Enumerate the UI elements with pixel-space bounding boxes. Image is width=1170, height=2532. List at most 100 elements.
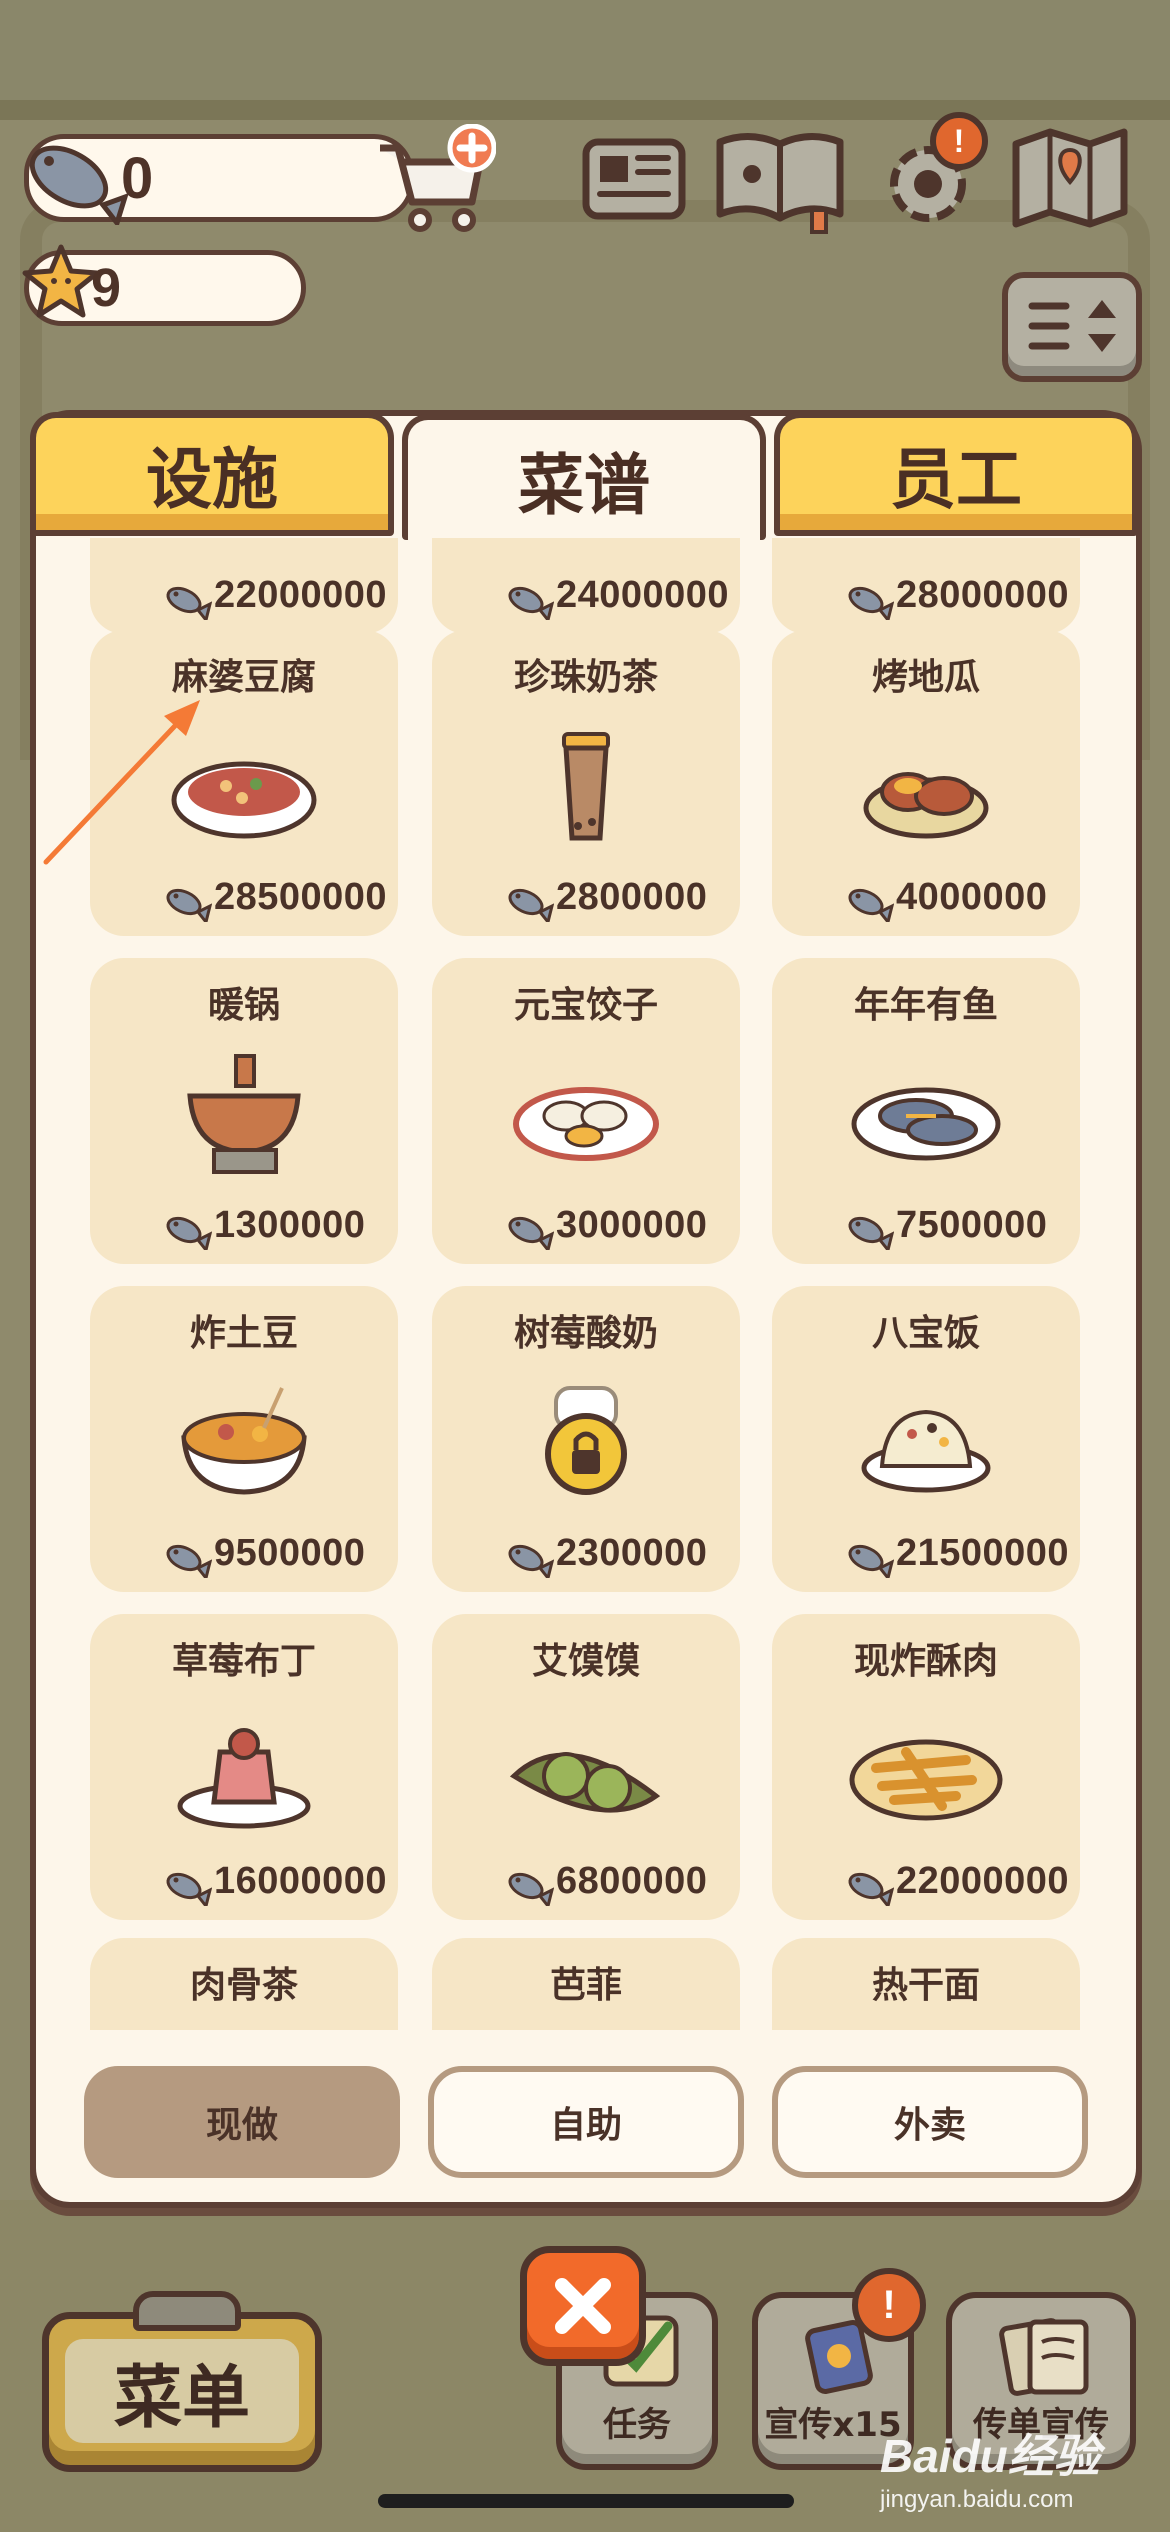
locked-icon bbox=[506, 1378, 666, 1508]
filter-buffet[interactable]: 自助 bbox=[428, 2066, 744, 2178]
recipe-book-icon[interactable] bbox=[712, 122, 848, 234]
recipe-name: 暖锅 bbox=[207, 985, 280, 1026]
tab-facilities[interactable]: 设施 bbox=[30, 412, 394, 536]
recipe-price: 4000000 bbox=[896, 876, 1048, 918]
fish-coin-icon bbox=[506, 1210, 555, 1254]
recipe-card[interactable]: 元宝饺子 3000000 bbox=[432, 958, 740, 1264]
recipe-card[interactable]: 年年有鱼 7500000 bbox=[772, 958, 1080, 1264]
recipe-name: 年年有鱼 bbox=[853, 985, 998, 1026]
recipe-name: 芭菲 bbox=[549, 1965, 622, 2006]
fish-coin-icon bbox=[846, 882, 895, 926]
close-button[interactable] bbox=[520, 2246, 646, 2366]
sort-toggle-button[interactable] bbox=[1002, 272, 1142, 382]
recipe-card[interactable]: 八宝饭 21500000 bbox=[772, 1286, 1080, 1592]
tab-staff[interactable]: 员工 bbox=[774, 412, 1138, 536]
recipe-card[interactable]: 热干面 bbox=[772, 1938, 1080, 2030]
watermark-logo: Baidu经验 bbox=[880, 2430, 1100, 2482]
recipe-price: 6800000 bbox=[556, 1860, 708, 1902]
sweet-potato-icon bbox=[846, 722, 1006, 852]
map-icon[interactable] bbox=[1008, 122, 1132, 234]
fish-coin-icon bbox=[21, 125, 131, 229]
fish-count: 0 bbox=[121, 146, 154, 211]
fish-currency-bar: 0 bbox=[24, 134, 414, 229]
fish-coin-icon bbox=[506, 1866, 555, 1910]
clipboard-clip bbox=[133, 2291, 241, 2331]
recipe-name: 珍珠奶茶 bbox=[513, 657, 658, 698]
settings-alert-badge: ! bbox=[930, 112, 988, 170]
recipe-card[interactable]: 暖锅 1300000 bbox=[90, 958, 398, 1264]
recipe-price: 2800000 bbox=[556, 876, 708, 918]
fish-coin-icon bbox=[506, 882, 555, 926]
recipe-name: 烤地瓜 bbox=[871, 657, 980, 698]
recipe-price: 9500000 bbox=[214, 1532, 366, 1574]
home-indicator[interactable] bbox=[378, 2494, 794, 2508]
recipe-price: 21500000 bbox=[896, 1532, 1070, 1574]
star-currency-bar: 9 bbox=[22, 244, 306, 326]
fish-coin-icon bbox=[846, 1210, 895, 1254]
recipe-card[interactable]: 28000000 bbox=[772, 538, 1080, 634]
recipe-name: 热干面 bbox=[871, 1965, 980, 2006]
recipe-card[interactable]: 肉骨茶 bbox=[90, 1938, 398, 2030]
recipe-card[interactable]: 炸土豆 9500000 bbox=[90, 1286, 398, 1592]
tasks-label: 任务 bbox=[603, 2405, 671, 2445]
fish-coin-icon bbox=[164, 1210, 213, 1254]
recipe-card[interactable]: 现炸酥肉 22000000 bbox=[772, 1614, 1080, 1920]
recipe-card[interactable]: 艾馍馍 6800000 bbox=[432, 1614, 740, 1920]
recipe-price: 7500000 bbox=[896, 1204, 1048, 1246]
recipe-price: 22000000 bbox=[214, 574, 388, 616]
recipe-card[interactable]: 珍珠奶茶 2800000 bbox=[432, 630, 740, 936]
recipe-price: 24000000 bbox=[556, 574, 730, 616]
recipe-card[interactable]: 草莓布丁 16000000 bbox=[90, 1614, 398, 1920]
recipe-price: 1300000 bbox=[214, 1204, 366, 1246]
shop-cart-button[interactable] bbox=[376, 123, 497, 234]
recipe-name: 艾馍馍 bbox=[531, 1641, 640, 1682]
mugwort-bun-icon bbox=[506, 1706, 666, 1836]
menu-label: 菜单 bbox=[65, 2339, 299, 2443]
recipe-price: 16000000 bbox=[214, 1860, 388, 1902]
hot-pot-icon bbox=[164, 1050, 324, 1180]
fish-coin-icon bbox=[506, 580, 555, 624]
fish-coin-icon bbox=[164, 1538, 213, 1582]
recipe-name: 炸土豆 bbox=[189, 1313, 298, 1354]
recipe-card[interactable]: 22000000 bbox=[90, 538, 398, 634]
flyer-paper-icon bbox=[999, 2318, 1089, 2396]
recipe-name: 八宝饭 bbox=[871, 1313, 980, 1354]
strawberry-pudding-icon bbox=[164, 1706, 324, 1836]
fish-dish-icon bbox=[846, 1050, 1006, 1180]
recipe-price: 28000000 bbox=[896, 574, 1070, 616]
close-icon bbox=[555, 2278, 611, 2334]
fish-coin-icon bbox=[164, 1866, 213, 1910]
recipe-card[interactable]: 烤地瓜 4000000 bbox=[772, 630, 1080, 936]
filter-dine-in[interactable]: 现做 bbox=[84, 2066, 400, 2178]
fish-coin-icon bbox=[164, 580, 213, 624]
recipe-price: 22000000 bbox=[896, 1860, 1070, 1902]
fish-coin-icon bbox=[846, 1538, 895, 1582]
recipe-card[interactable]: 树莓酸奶 2300000 bbox=[432, 1286, 740, 1592]
recipe-name: 树莓酸奶 bbox=[513, 1313, 658, 1354]
tab-recipes[interactable]: 菜谱 bbox=[402, 414, 766, 540]
promote-alert-badge: ! bbox=[852, 2268, 926, 2342]
eight-treasure-rice-icon bbox=[846, 1378, 1006, 1508]
newspaper-icon[interactable] bbox=[578, 122, 690, 234]
filter-delivery[interactable]: 外卖 bbox=[772, 2066, 1088, 2178]
recipe-name: 肉骨茶 bbox=[189, 1965, 298, 2006]
recipe-name: 现炸酥肉 bbox=[853, 1641, 998, 1682]
fish-coin-icon bbox=[846, 1866, 895, 1910]
fish-coin-icon bbox=[506, 1538, 555, 1582]
fried-potato-icon bbox=[164, 1378, 324, 1508]
star-count: 9 bbox=[91, 258, 122, 318]
recipe-name: 草莓布丁 bbox=[171, 1641, 316, 1682]
recipe-card[interactable]: 芭菲 bbox=[432, 1938, 740, 2030]
watermark-url: jingyan.baidu.com bbox=[880, 2486, 1074, 2513]
recipe-name: 元宝饺子 bbox=[513, 985, 658, 1026]
annotation-arrow bbox=[40, 690, 210, 874]
fish-coin-icon bbox=[846, 580, 895, 624]
bubble-tea-icon bbox=[506, 722, 666, 852]
dumplings-icon bbox=[506, 1050, 666, 1180]
recipe-price: 2300000 bbox=[556, 1532, 708, 1574]
menu-button[interactable]: 菜单 bbox=[42, 2291, 322, 2472]
recipe-price: 3000000 bbox=[556, 1204, 708, 1246]
crispy-pork-icon bbox=[846, 1706, 1006, 1836]
recipe-card[interactable]: 24000000 bbox=[432, 538, 740, 634]
fish-coin-icon bbox=[164, 882, 213, 926]
